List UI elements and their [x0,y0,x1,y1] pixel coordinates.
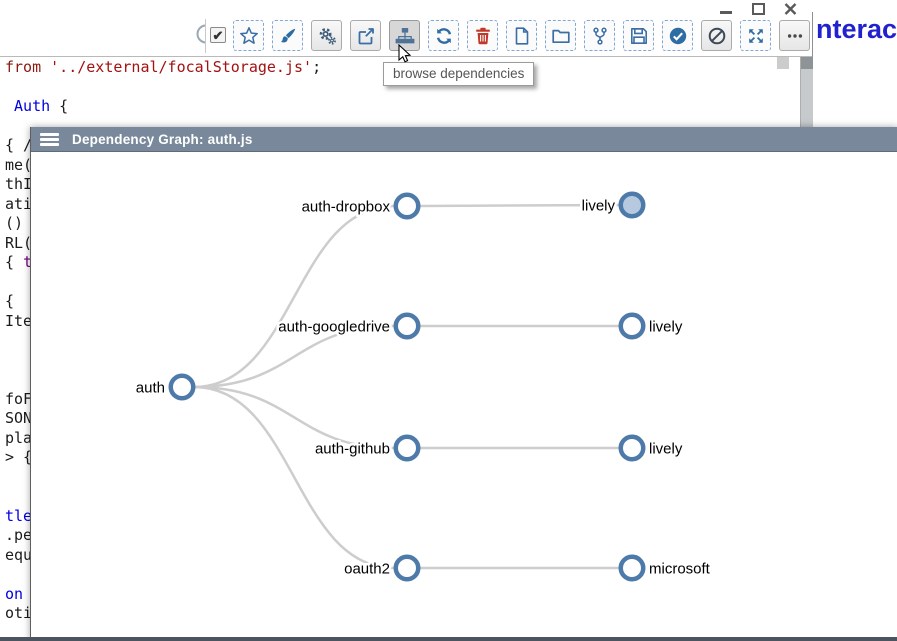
new-file-button[interactable] [506,20,537,51]
close-icon[interactable] [782,2,798,15]
hamburger-menu-icon[interactable] [40,133,59,146]
node-label-lively-2: lively [649,319,683,336]
node-auth-github[interactable] [396,437,419,460]
right-pane-heading: nteracti [816,14,897,45]
star-icon [239,26,259,46]
code-line: from '../external/focalStorage.js'; [5,58,321,78]
refresh-icon [434,26,454,46]
scrollbar-fragment [777,57,789,69]
node-lively-1[interactable] [621,194,644,217]
expand-icon [746,26,766,46]
more-button[interactable] [779,20,810,51]
node-oauth2[interactable] [396,557,419,580]
node-auth-dropbox[interactable] [396,195,419,218]
trash-icon [473,26,493,46]
mouse-cursor [398,44,412,66]
save-icon [629,26,649,46]
bottom-edge [0,637,897,641]
block-button[interactable] [701,20,732,51]
window-controls [718,2,798,15]
node-label-lively-3: lively [649,441,683,458]
node-auth-googledrive[interactable] [396,315,419,338]
block-icon [707,26,727,46]
node-label-auth-dropbox: auth-dropbox [302,199,391,216]
app-window: from '../external/focalStorage.js'; Auth… [0,0,897,641]
expand-button[interactable] [740,20,771,51]
branch-icon [590,26,610,46]
branch-button[interactable] [584,20,615,51]
more-icon [785,26,805,46]
node-label-auth-googledrive: auth-googledrive [278,319,390,336]
scrollbar-thumb[interactable] [801,57,813,69]
maximize-icon[interactable] [750,2,766,15]
dependency-graph-window: Dependency Graph: auth.js auth auth-dropb… [30,127,897,641]
graph-title: Dependency Graph: auth.js [72,132,253,147]
code-line: Auth { [5,97,321,117]
toolbar-separator [205,19,206,53]
edge-auth-oauth2 [194,387,394,568]
node-label-microsoft: microsoft [649,561,711,578]
edge-auth-auth-github [194,387,394,448]
settings-gears-icon [317,26,337,46]
node-lively-2[interactable] [621,315,644,338]
minimize-icon[interactable] [718,2,734,15]
scrollbar-track[interactable] [800,57,813,131]
toolbar-checkbox[interactable] [210,27,226,43]
accept-icon [668,26,688,46]
code-line [5,78,321,98]
dependency-graph-svg: auth auth-dropbox lively auth-googledrive li… [31,152,897,641]
settings-gears-button[interactable] [311,20,342,51]
new-file-icon [512,26,532,46]
node-lively-3[interactable] [621,437,644,460]
accept-button[interactable] [662,20,693,51]
brush-icon [278,26,298,46]
trash-button[interactable] [467,20,498,51]
node-auth[interactable] [171,376,194,399]
folder-button[interactable] [545,20,576,51]
partial-icon [193,24,205,46]
toolbar [233,20,810,51]
node-label-lively-1: lively [582,198,616,215]
star-button[interactable] [233,20,264,51]
brush-button[interactable] [272,20,303,51]
external-link-button[interactable] [350,20,381,51]
graph-titlebar[interactable]: Dependency Graph: auth.js [31,127,897,152]
folder-icon [551,26,571,46]
browse-dependencies-icon [395,26,415,46]
node-label-oauth2: oauth2 [344,561,390,578]
edge-auth-auth-dropbox [194,206,394,387]
node-label-auth-github: auth-github [315,441,390,458]
node-microsoft[interactable] [621,557,644,580]
external-link-icon [356,26,376,46]
save-button[interactable] [623,20,654,51]
refresh-button[interactable] [428,20,459,51]
node-label-auth: auth [136,380,165,397]
